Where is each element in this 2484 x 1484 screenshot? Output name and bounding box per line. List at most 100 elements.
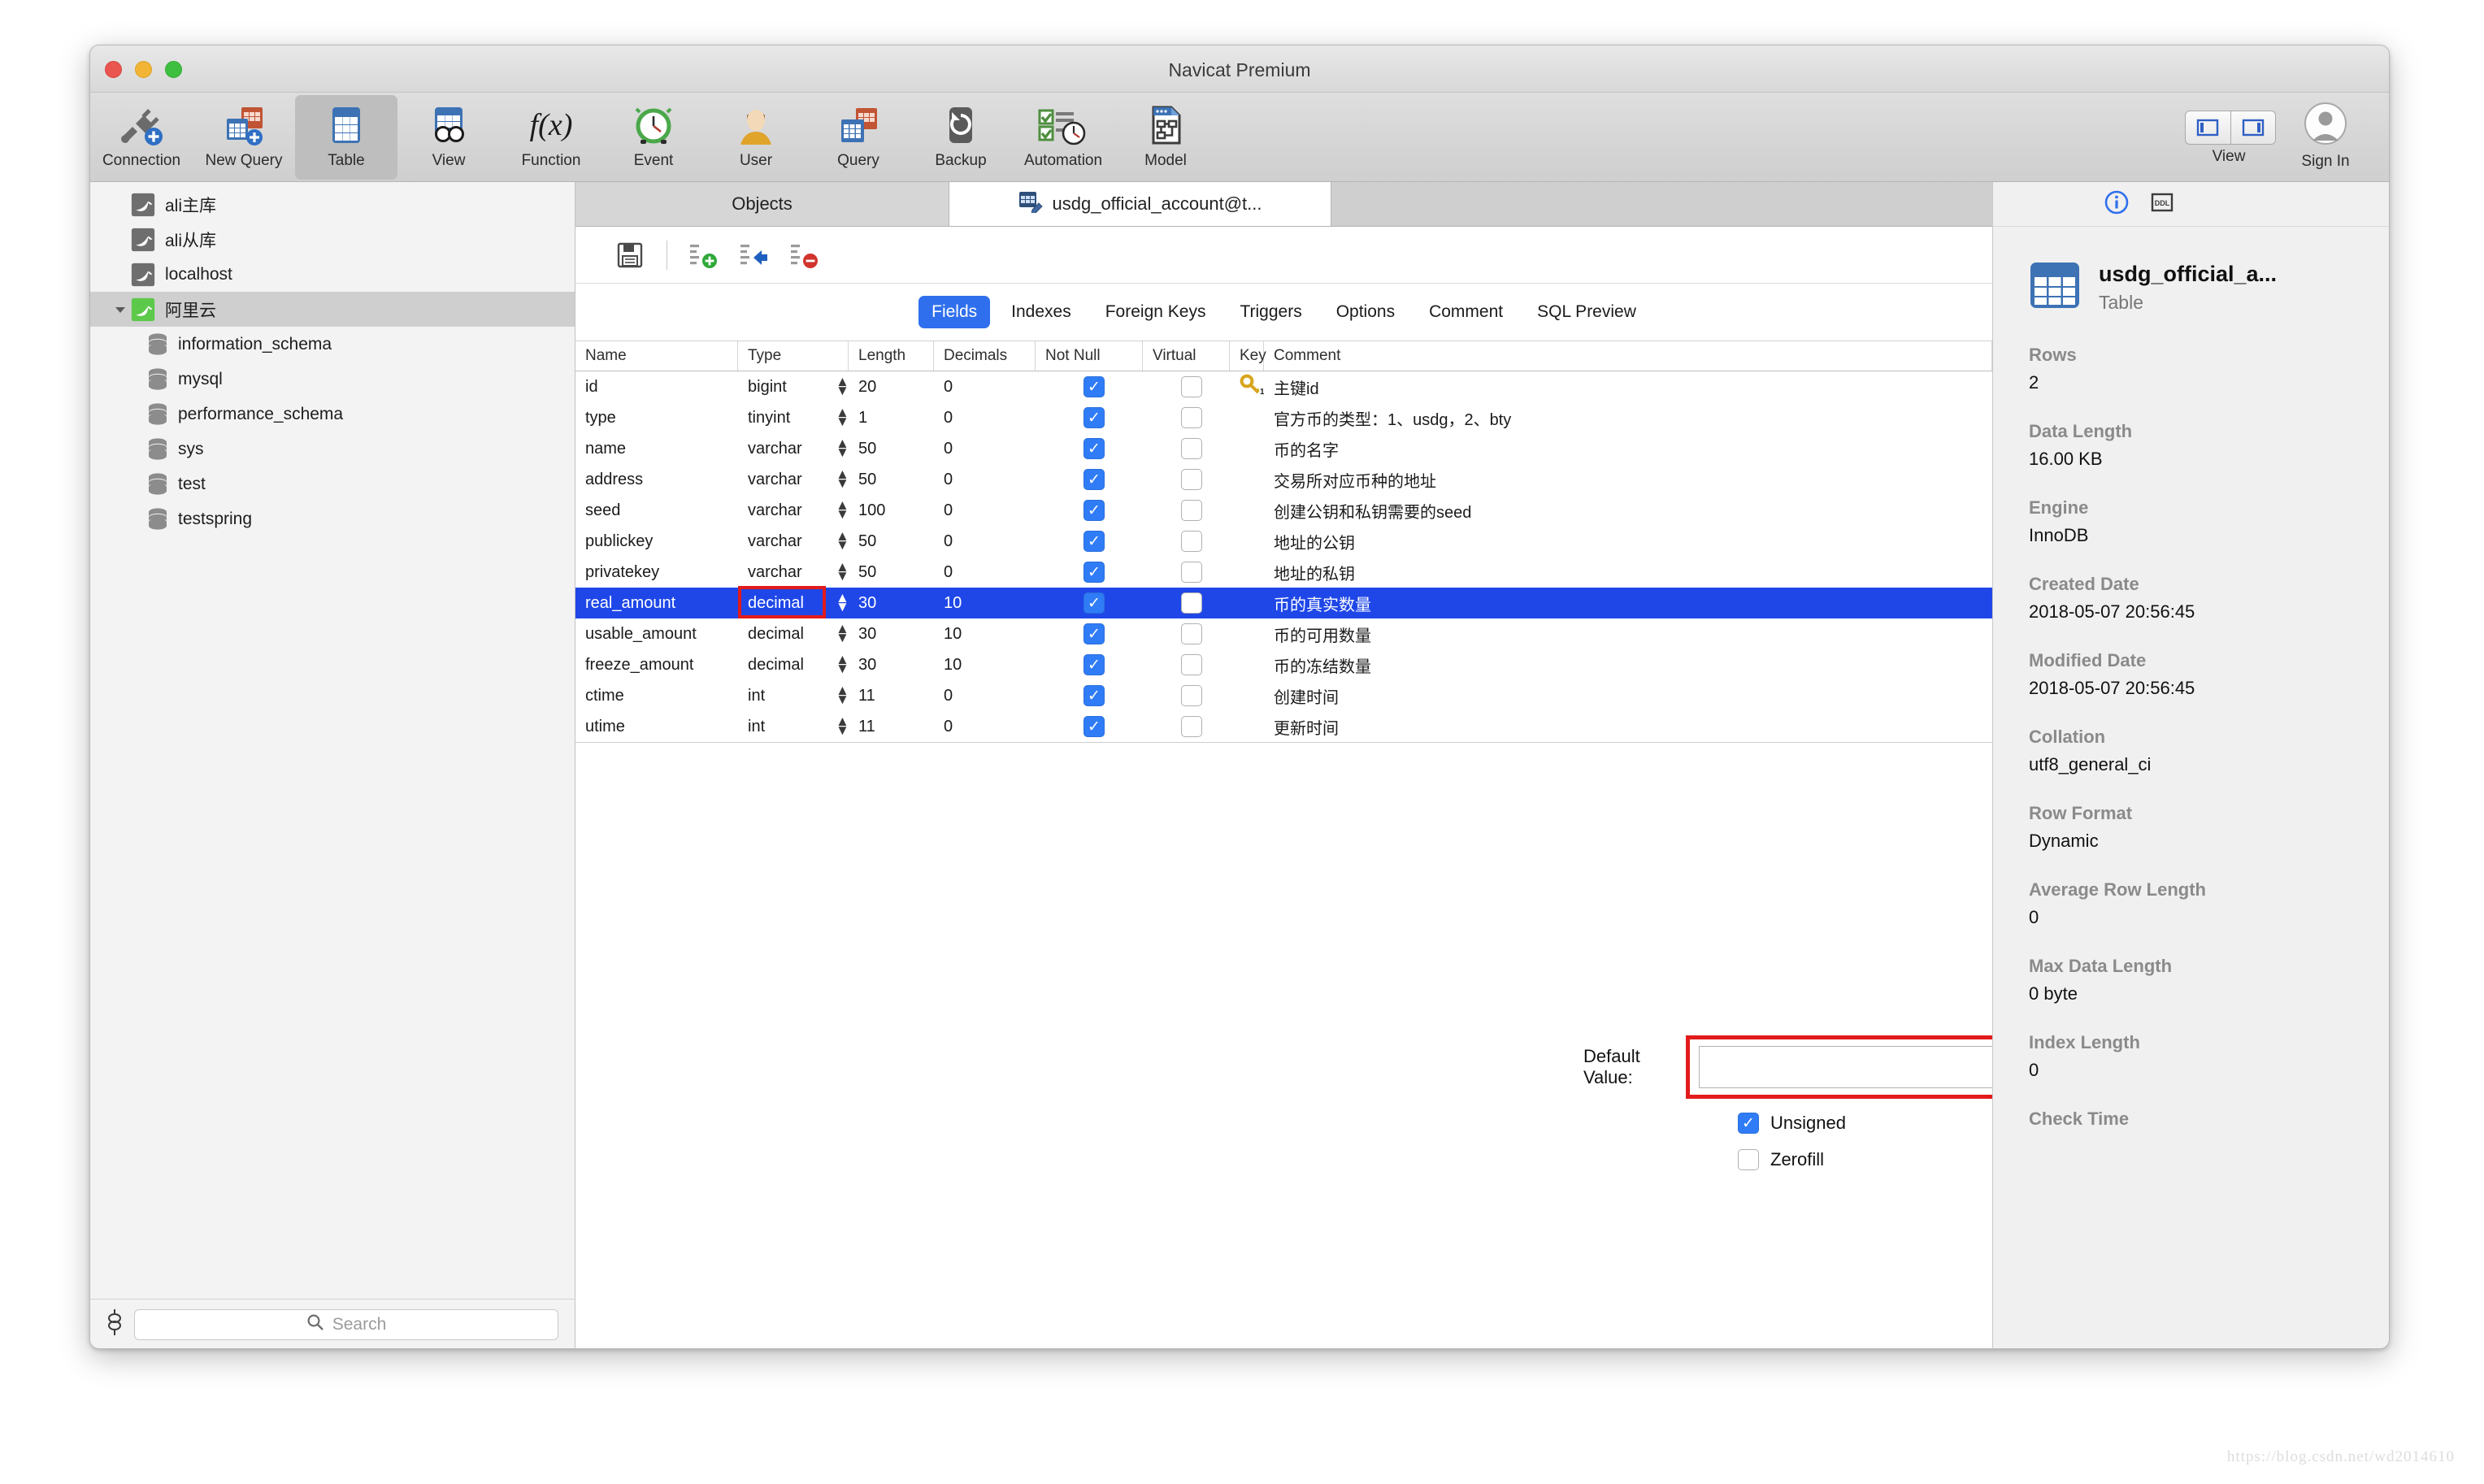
stepper-icon[interactable]: ▲ ▼ [836,591,849,614]
field-type-stepper[interactable]: ▲ ▼ [826,526,849,557]
virtual-checkbox[interactable] [1180,531,1202,552]
unsigned-checkbox[interactable] [1738,1113,1759,1134]
stepper-icon[interactable]: ▲ ▼ [836,714,849,737]
subtab-fields[interactable]: Fields [918,296,991,328]
toolbar-button-model[interactable]: Model [1114,95,1217,180]
field-key-cell[interactable] [1230,526,1264,557]
field-key-cell[interactable] [1230,433,1264,464]
field-type-stepper[interactable]: ▲ ▼ [826,464,849,495]
virtual-checkbox[interactable] [1180,654,1202,675]
table-row[interactable]: utimeint ▲▼110 更新时间 [575,711,1992,742]
field-decimals-cell[interactable]: 0 [934,557,1036,588]
field-comment-cell[interactable]: 地址的公钥 [1264,526,1992,557]
field-key-cell[interactable] [1230,464,1264,495]
field-type-cell[interactable]: varchar [738,464,826,495]
toolbar-button-user[interactable]: User [705,95,807,180]
field-virtual-cell[interactable] [1143,464,1230,495]
field-comment-cell[interactable]: 创建时间 [1264,680,1992,711]
field-decimals-cell[interactable]: 0 [934,711,1036,742]
column-header-length[interactable]: Length [849,341,934,371]
not-null-checkbox[interactable] [1083,592,1105,614]
field-name-cell[interactable]: ctime [575,680,738,711]
field-length-cell[interactable]: 50 [849,433,934,464]
virtual-checkbox[interactable] [1180,438,1202,459]
table-row[interactable]: seedvarchar ▲▼1000 创建公钥和私钥需要的seed [575,495,1992,526]
zerofill-checkbox[interactable] [1738,1149,1759,1170]
column-header-key[interactable]: Key [1230,341,1266,371]
field-name-cell[interactable]: id [575,371,738,402]
column-header-type[interactable]: Type [738,341,849,371]
virtual-checkbox[interactable] [1180,562,1202,583]
not-null-checkbox[interactable] [1083,623,1105,644]
field-virtual-cell[interactable] [1143,557,1230,588]
not-null-checkbox[interactable] [1083,469,1105,490]
field-name-cell[interactable]: utime [575,711,738,742]
field-not-null-cell[interactable] [1036,649,1143,680]
field-comment-cell[interactable]: 币的名字 [1264,433,1992,464]
field-type-stepper[interactable]: ▲ ▼ [826,371,849,402]
field-virtual-cell[interactable] [1143,495,1230,526]
field-key-cell[interactable] [1230,402,1264,433]
column-header-not-null[interactable]: Not Null [1036,341,1143,371]
field-name-cell[interactable]: freeze_amount [575,649,738,680]
field-virtual-cell[interactable] [1143,402,1230,433]
field-decimals-cell[interactable]: 0 [934,371,1036,402]
table-row[interactable]: idbigint ▲▼200 1主键id [575,371,1992,402]
field-virtual-cell[interactable] [1143,588,1230,618]
subtab-indexes[interactable]: Indexes [998,296,1084,328]
toolbar-button-new-query[interactable]: New Query [193,95,295,180]
field-type-cell[interactable]: varchar [738,526,826,557]
stepper-icon[interactable]: ▲ ▼ [836,375,849,397]
tree-item-connection[interactable]: ali主库 [90,187,575,222]
search-input[interactable]: Search [134,1308,558,1340]
field-length-cell[interactable]: 50 [849,526,934,557]
delete-field-button[interactable] [780,234,830,276]
field-key-cell[interactable] [1230,618,1264,649]
not-null-checkbox[interactable] [1083,562,1105,583]
field-type-stepper[interactable]: ▲ ▼ [826,557,849,588]
field-name-cell[interactable]: seed [575,495,738,526]
field-name-cell[interactable]: type [575,402,738,433]
field-decimals-cell[interactable]: 0 [934,680,1036,711]
field-type-cell[interactable]: tinyint [738,402,826,433]
field-not-null-cell[interactable] [1036,557,1143,588]
field-virtual-cell[interactable] [1143,711,1230,742]
field-type-cell[interactable]: varchar [738,557,826,588]
field-type-cell[interactable]: varchar [738,433,826,464]
stepper-icon[interactable]: ▲ ▼ [836,436,849,459]
toolbar-button-table[interactable]: Table [295,95,397,180]
view-segmented-control[interactable] [2183,111,2277,145]
info-panel-tabs[interactable]: DDL [1993,182,2389,227]
field-type-stepper[interactable]: ▲ ▼ [826,680,849,711]
field-comment-cell[interactable]: 创建公钥和私钥需要的seed [1264,495,1992,526]
field-comment-cell[interactable]: 币的可用数量 [1264,618,1992,649]
add-field-button[interactable] [679,234,729,276]
field-comment-cell[interactable]: 交易所对应币种的地址 [1264,464,1992,495]
field-not-null-cell[interactable] [1036,402,1143,433]
virtual-checkbox[interactable] [1180,623,1202,644]
toolbar-button-function[interactable]: f(x) Function [500,95,602,180]
field-comment-cell[interactable]: 更新时间 [1264,711,1992,742]
save-button[interactable] [605,234,655,276]
tree-item-database[interactable]: information_schema [90,327,575,362]
not-null-checkbox[interactable] [1083,685,1105,706]
field-name-cell[interactable]: privatekey [575,557,738,588]
subtab-sql-preview[interactable]: SQL Preview [1524,296,1649,328]
field-not-null-cell[interactable] [1036,680,1143,711]
tree-item-database[interactable]: test [90,466,575,501]
field-not-null-cell[interactable] [1036,464,1143,495]
field-length-cell[interactable]: 50 [849,464,934,495]
not-null-checkbox[interactable] [1083,376,1105,397]
column-header-decimals[interactable]: Decimals [934,341,1036,371]
stepper-icon[interactable]: ▲ ▼ [836,406,849,428]
field-name-cell[interactable]: name [575,433,738,464]
toggle-left-pane-button[interactable] [2184,111,2230,145]
field-length-cell[interactable]: 50 [849,557,934,588]
field-type-stepper[interactable]: ▲ ▼ [826,495,849,526]
field-virtual-cell[interactable] [1143,526,1230,557]
zerofill-row[interactable]: Zerofill [1738,1149,1824,1170]
field-type-cell[interactable]: varchar [738,495,826,526]
field-name-cell[interactable]: real_amount [575,588,738,618]
table-row[interactable]: typetinyint ▲▼10 官方币的类型：1、usdg，2、bty [575,402,1992,433]
field-key-cell[interactable] [1230,557,1264,588]
